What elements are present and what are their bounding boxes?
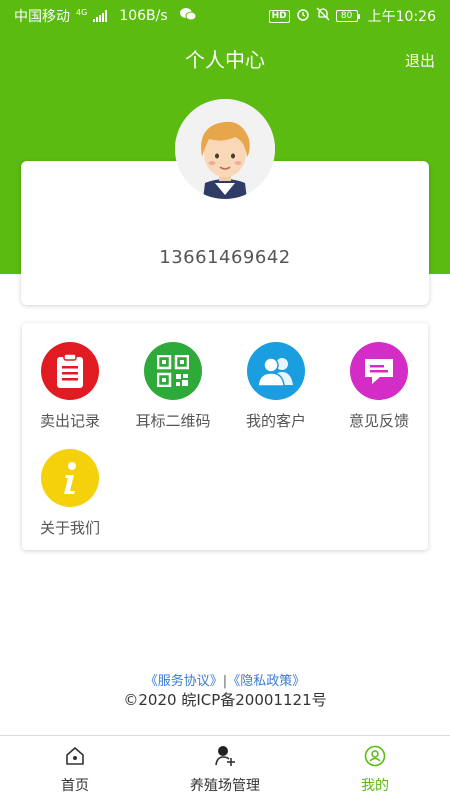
users-icon	[247, 342, 305, 400]
menu-label: 耳标二维码	[135, 412, 211, 430]
tab-label: 养殖场管理	[190, 778, 260, 794]
menu-item-about-us[interactable]: 关于我们	[20, 449, 120, 538]
profile-icon	[364, 745, 386, 771]
network-speed-label: 106B/s	[119, 8, 168, 24]
avatar-image	[175, 99, 275, 199]
clipboard-icon	[41, 342, 99, 400]
tab-label: 我的	[361, 778, 389, 794]
menu-label: 关于我们	[39, 519, 100, 537]
menu-item-feedback[interactable]: 意见反馈	[329, 342, 429, 431]
menu-card: 卖出记录 耳标二维码 我的客户 意见反馈 关于我们	[22, 323, 428, 550]
menu-label: 意见反馈	[348, 412, 409, 430]
bottom-tab-bar: 首页 养殖场管理 我的	[0, 735, 450, 800]
qrcode-icon	[144, 342, 202, 400]
menu-label: 我的客户	[245, 412, 306, 430]
feedback-icon	[350, 342, 408, 400]
page-title: 个人中心	[185, 48, 265, 72]
carrier-label: 中国移动	[14, 9, 70, 25]
phone-number: 13661469642	[159, 247, 291, 268]
network-type-label: 4G	[76, 8, 88, 17]
menu-item-ear-tag-qrcode[interactable]: 耳标二维码	[123, 342, 223, 431]
info-icon	[41, 449, 99, 507]
tab-home[interactable]: 首页	[0, 736, 150, 800]
menu-item-my-customers[interactable]: 我的客户	[226, 342, 326, 431]
privacy-policy-link[interactable]: 《隐私政策》	[227, 674, 305, 689]
tab-mine[interactable]: 我的	[300, 736, 450, 800]
hd-badge: HD	[268, 9, 290, 23]
logout-button[interactable]: 退出	[405, 50, 435, 71]
tab-label: 首页	[61, 778, 89, 794]
home-icon	[64, 745, 86, 771]
avatar[interactable]	[175, 99, 275, 199]
clock-label: 上午10:26	[367, 9, 436, 25]
farm-user-icon	[214, 745, 236, 771]
menu-label: 卖出记录	[39, 412, 100, 430]
menu-item-sales-records[interactable]: 卖出记录	[20, 342, 120, 431]
alarm-icon	[296, 7, 310, 25]
copyright-text: ©2020 皖ICP备20001121号	[123, 691, 327, 709]
tab-farm-management[interactable]: 养殖场管理	[150, 736, 300, 800]
mute-bell-icon	[316, 7, 330, 25]
status-bar: 中国移动 4G 106B/s HD 80 上午10:26	[0, 0, 450, 32]
footer-links: 《服务协议》|《隐私政策》	[0, 670, 450, 689]
battery-icon: 80	[335, 10, 360, 22]
signal-icon	[93, 10, 108, 22]
service-agreement-link[interactable]: 《服务协议》	[145, 674, 223, 689]
wechat-icon	[179, 7, 197, 25]
